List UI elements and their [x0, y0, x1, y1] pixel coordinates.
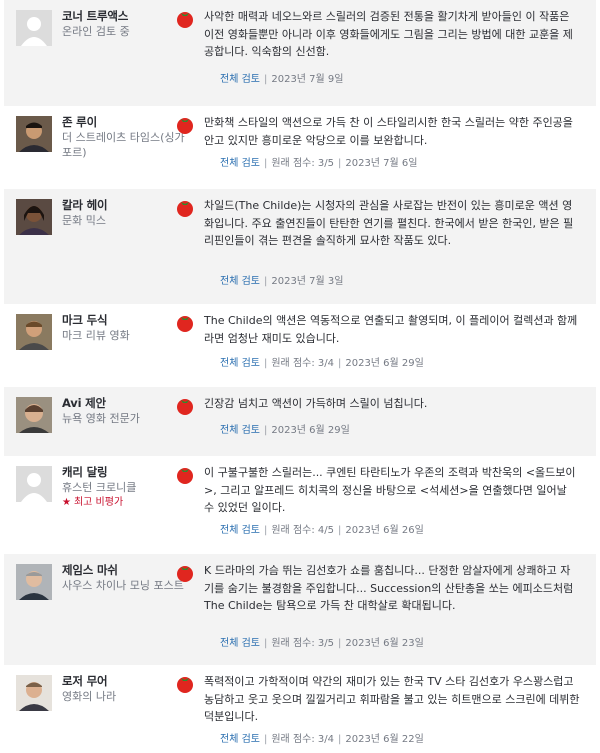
full-review-link[interactable]: 전체 검토	[220, 74, 260, 85]
fresh-tomato-icon	[176, 314, 196, 387]
review-date: 2023년 7월 9일	[271, 74, 344, 85]
meta-separator: |	[263, 525, 268, 536]
critic-publication[interactable]: 뉴욕 영화 전문가	[62, 411, 140, 426]
critic-name[interactable]: 존 루이	[62, 114, 190, 130]
meta-separator: |	[263, 638, 268, 649]
review-quote: 긴장감 넘치고 액션이 가득하며 스릴이 넘칩니다.	[204, 397, 428, 410]
critic-publication[interactable]: 문화 믹스	[62, 213, 107, 228]
review-card: 코너 트루액스 온라인 검토 중 사악한 매력과 네오느와르 스릴러의 검증된 …	[4, 0, 596, 106]
top-critic-label: 최고 비평가	[73, 497, 124, 508]
full-review-link[interactable]: 전체 검토	[220, 358, 260, 369]
critic-avatar[interactable]	[16, 564, 52, 600]
full-review-link[interactable]: 전체 검토	[220, 276, 260, 287]
critic-avatar[interactable]	[16, 314, 52, 350]
review-meta: 전체 검토 | 원래 점수: 4/5 | 2023년 6월 26일	[220, 524, 424, 538]
original-score: 원래 점수: 3/4	[271, 734, 334, 745]
critic-publication[interactable]: 영화의 나라	[62, 689, 116, 704]
original-score: 원래 점수: 3/5	[271, 638, 334, 649]
meta-separator: |	[263, 158, 268, 169]
meta-separator: |	[337, 358, 342, 369]
critic-name[interactable]: Avi 제안	[62, 395, 140, 411]
review-quote: 이 구불구불한 스릴러는... 쿠엔틴 타란티노가 우존의 조력과 박찬욱의 <…	[204, 466, 576, 514]
review-quote: 만화책 스타일의 액션으로 가득 찬 이 스타일리시한 한국 스릴러는 약한 주…	[204, 116, 573, 147]
critic-avatar[interactable]	[16, 116, 52, 152]
review-card: 로저 무어 영화의 나라 폭력적이고 가학적이며 약간의 재미가 있는 한국 T…	[4, 665, 596, 753]
review-date: 2023년 6월 29일	[345, 358, 424, 369]
critic-name[interactable]: 칼라 헤이	[62, 197, 108, 213]
meta-separator: |	[337, 734, 342, 745]
critic-name[interactable]: 제임스 마쉬	[62, 562, 190, 578]
meta-separator: |	[263, 358, 268, 369]
review-meta: 전체 검토 | 원래 점수: 3/5 | 2023년 6월 23일	[220, 637, 424, 651]
review-meta: 전체 검토 | 원래 점수: 3/5 | 2023년 7월 6일	[220, 157, 418, 171]
critic-avatar[interactable]	[16, 397, 52, 433]
review-quote: 차일드(The Childe)는 시청자의 관심을 사로잡는 반전이 있는 흥미…	[204, 199, 574, 247]
fresh-tomato-icon	[176, 10, 196, 106]
critic-publication[interactable]: 휴스턴 크로니클	[62, 480, 136, 495]
full-review-link[interactable]: 전체 검토	[220, 525, 260, 536]
review-card: 마크 두식 마크 리뷰 영화 The Childe의 액션은 역동적으로 연출되…	[4, 304, 596, 387]
original-score: 원래 점수: 3/4	[271, 358, 334, 369]
original-score: 원래 점수: 3/5	[271, 158, 334, 169]
critic-name[interactable]: 캐리 달링	[62, 464, 136, 480]
critic-publication[interactable]: 온라인 검토 중	[62, 24, 130, 39]
critic-avatar[interactable]	[16, 675, 52, 711]
meta-separator: |	[263, 276, 268, 287]
review-meta: 전체 검토 | 2023년 7월 9일	[220, 73, 344, 87]
review-date: 2023년 7월 3일	[271, 276, 344, 287]
review-date: 2023년 6월 23일	[345, 638, 424, 649]
critic-avatar[interactable]	[16, 199, 52, 235]
meta-separator: |	[337, 525, 342, 536]
review-card: 칼라 헤이 문화 믹스 차일드(The Childe)는 시청자의 관심을 사로…	[4, 189, 596, 304]
critic-publication[interactable]: 마크 리뷰 영화	[62, 328, 130, 343]
critic-name[interactable]: 로저 무어	[62, 673, 116, 689]
review-quote: K 드라마의 가슴 뛰는 김선호가 쇼를 훔칩니다... 단정한 암살자에게 상…	[204, 564, 574, 612]
critic-name[interactable]: 코너 트루액스	[62, 8, 130, 24]
critic-publication[interactable]: 더 스트레이츠 타임스(싱가포르)	[62, 130, 190, 160]
review-date: 2023년 6월 29일	[271, 425, 350, 436]
meta-separator: |	[337, 158, 342, 169]
review-meta: 전체 검토 | 2023년 7월 3일	[220, 275, 344, 289]
review-quote: 사악한 매력과 네오느와르 스릴러의 검증된 전통을 활기차게 받아들인 이 작…	[204, 10, 573, 58]
review-card: 캐리 달링 휴스턴 크로니클 ★ 최고 비평가 이 구불구불한 스릴러는... 쿠…	[4, 456, 596, 554]
meta-separator: |	[263, 74, 268, 85]
full-review-link[interactable]: 전체 검토	[220, 158, 260, 169]
fresh-tomato-icon	[176, 564, 196, 665]
critic-avatar-placeholder[interactable]	[16, 10, 52, 46]
review-card: Avi 제안 뉴욕 영화 전문가 긴장감 넘치고 액션이 가득하며 스릴이 넘칩…	[4, 387, 596, 456]
meta-separator: |	[263, 425, 268, 436]
review-quote: 폭력적이고 가학적이며 약간의 재미가 있는 한국 TV 스타 김선호가 우스꽝…	[204, 675, 580, 723]
critic-avatar-placeholder[interactable]	[16, 466, 52, 502]
review-date: 2023년 7월 6일	[345, 158, 418, 169]
critic-publication[interactable]: 사우스 차이나 모닝 포스트	[62, 578, 190, 593]
full-review-link[interactable]: 전체 검토	[220, 734, 260, 745]
review-list: 코너 트루액스 온라인 검토 중 사악한 매력과 네오느와르 스릴러의 검증된 …	[4, 0, 596, 753]
full-review-link[interactable]: 전체 검토	[220, 638, 260, 649]
review-meta: 전체 검토 | 원래 점수: 3/4 | 2023년 6월 22일	[220, 733, 424, 747]
meta-separator: |	[263, 734, 268, 745]
fresh-tomato-icon	[176, 397, 196, 456]
review-date: 2023년 6월 22일	[345, 734, 424, 745]
meta-separator: |	[337, 638, 342, 649]
fresh-tomato-icon	[176, 675, 196, 753]
fresh-tomato-icon	[176, 466, 196, 554]
fresh-tomato-icon	[176, 199, 196, 304]
review-quote: The Childe의 액션은 역동적으로 연출되고 촬영되며, 이 플레이어 …	[204, 314, 578, 345]
review-card: 존 루이 더 스트레이츠 타임스(싱가포르) 만화책 스타일의 액션으로 가득 …	[4, 106, 596, 189]
full-review-link[interactable]: 전체 검토	[220, 425, 260, 436]
review-meta: 전체 검토 | 2023년 6월 29일	[220, 424, 350, 438]
critic-name[interactable]: 마크 두식	[62, 312, 130, 328]
review-card: 제임스 마쉬 사우스 차이나 모닝 포스트 K 드라마의 가슴 뛰는 김선호가 …	[4, 554, 596, 665]
review-date: 2023년 6월 26일	[345, 525, 424, 536]
top-critic-badge: ★ 최고 비평가	[62, 496, 136, 510]
fresh-tomato-icon	[176, 116, 196, 189]
star-icon: ★	[62, 497, 71, 508]
original-score: 원래 점수: 4/5	[271, 525, 334, 536]
review-meta: 전체 검토 | 원래 점수: 3/4 | 2023년 6월 29일	[220, 357, 424, 371]
